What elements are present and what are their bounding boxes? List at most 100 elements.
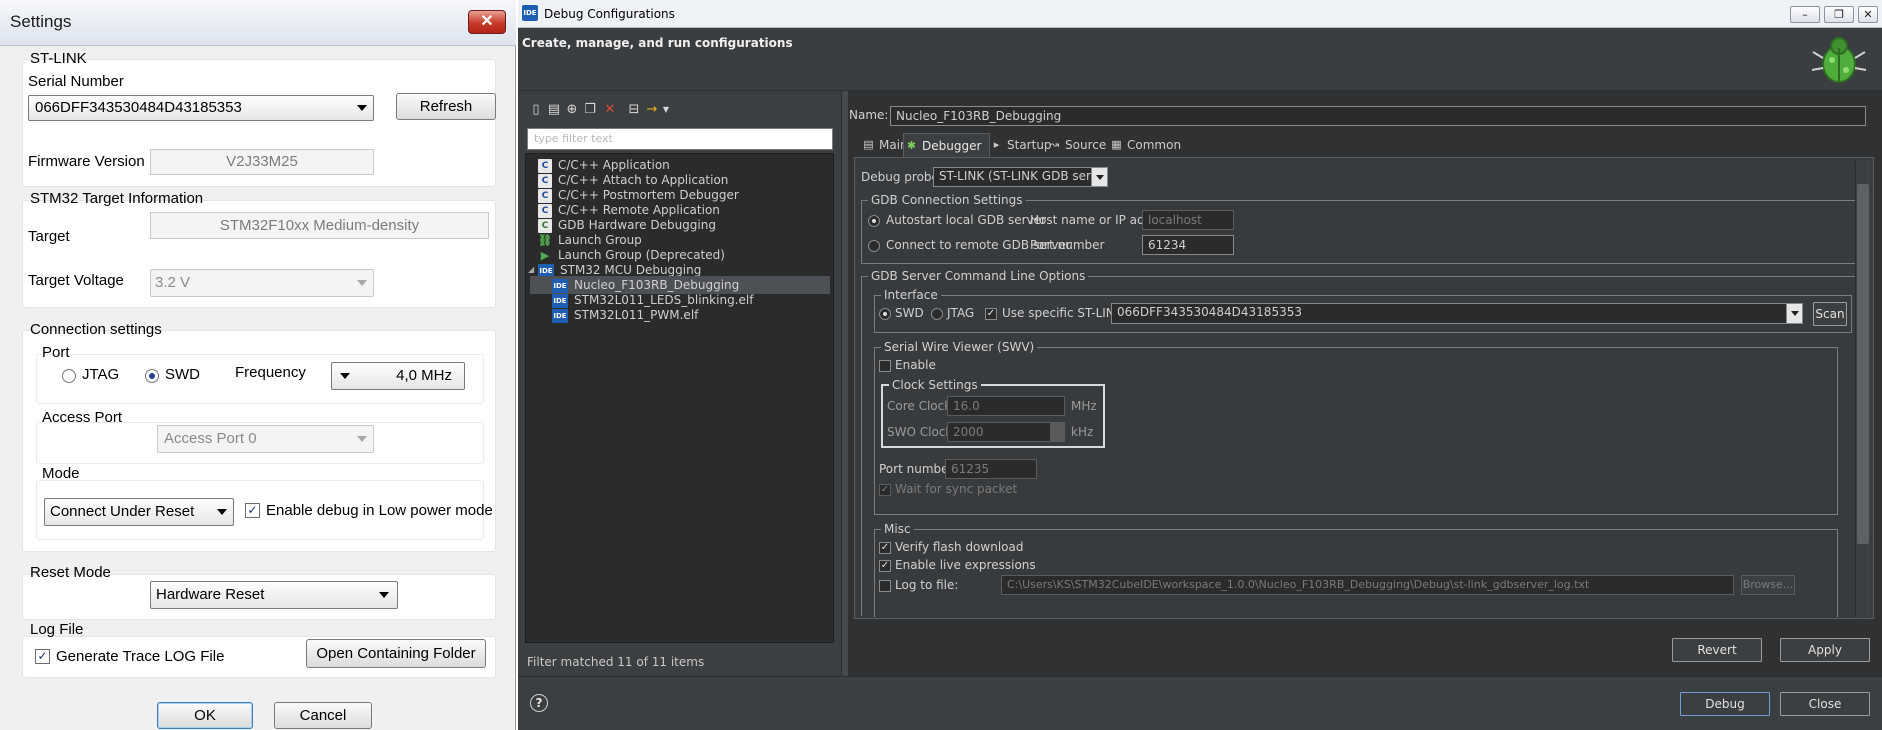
tree-item-label: C/C++ Postmortem Debugger xyxy=(558,188,739,202)
scan-button[interactable]: Scan xyxy=(1813,302,1847,326)
low-power-label: Enable debug in Low power mode xyxy=(266,502,493,519)
sn-value: 066DFF343530484D43185353 xyxy=(1117,305,1302,319)
core-clock-label: Core Clock: xyxy=(887,399,956,413)
chevron-down-icon xyxy=(1050,423,1064,441)
autostart-label: Autostart local GDB server xyxy=(886,213,1046,227)
swd-radio[interactable] xyxy=(145,369,159,383)
interface-jtag-radio[interactable] xyxy=(931,308,943,320)
tab-debugger[interactable]: ✱ Debugger xyxy=(903,133,991,157)
apply-button[interactable]: Apply xyxy=(1780,638,1870,662)
tree-item-label: C/C++ Remote Application xyxy=(558,203,720,217)
mode-select[interactable]: Connect Under Reset xyxy=(44,498,234,526)
debugger-tab-icon: ✱ xyxy=(906,139,917,152)
stlink-group-label: ST-LINK xyxy=(30,50,87,67)
gdb-port-input[interactable]: 61234 xyxy=(1142,235,1234,255)
export-config-icon[interactable]: ⊕ xyxy=(564,102,580,118)
low-power-checkbox[interactable]: ✓ xyxy=(245,503,260,518)
interface-swd-radio[interactable] xyxy=(879,308,891,320)
ide-icon: IDE xyxy=(552,308,568,323)
swo-clock-unit: kHz xyxy=(1071,425,1094,439)
scrollbar-thumb[interactable] xyxy=(1857,184,1869,544)
collapse-all-icon[interactable]: ⊟ xyxy=(626,102,642,118)
browse-button: Browse... xyxy=(1741,575,1795,595)
swo-clock-label: SWO Clock: xyxy=(887,425,957,439)
autostart-radio[interactable] xyxy=(868,215,880,227)
swo-clock-select: 2000 xyxy=(947,422,1065,442)
cancel-button[interactable]: Cancel xyxy=(274,702,372,729)
reset-mode-select[interactable]: Hardware Reset xyxy=(150,581,398,609)
source-tab-icon: ↝ xyxy=(1049,138,1060,151)
interface-jtag-label: JTAG xyxy=(947,306,975,320)
new-prototype-icon[interactable]: ▤ xyxy=(546,102,562,118)
startup-tab-icon: ▸ xyxy=(993,138,1000,151)
host-input: localhost xyxy=(1142,210,1234,230)
refresh-button[interactable]: Refresh xyxy=(396,93,496,120)
minimize-icon[interactable]: – xyxy=(1790,6,1820,23)
tab-main[interactable]: ▤ Main xyxy=(861,133,907,157)
tab-source[interactable]: ↝ Source xyxy=(1047,133,1106,157)
log-file-label: Log File xyxy=(30,621,84,638)
chevron-down-icon xyxy=(357,436,367,442)
chevron-down-icon xyxy=(357,280,367,286)
debug-footer xyxy=(518,676,1882,730)
swv-port-input: 61235 xyxy=(945,459,1037,479)
specific-sn-checkbox[interactable]: ✓ xyxy=(985,308,997,320)
tab-label: Startup xyxy=(1007,138,1052,152)
debug-button[interactable]: Debug xyxy=(1680,692,1770,716)
swv-group: Serial Wire Viewer (SWV) Enable Clock Se… xyxy=(874,340,1838,515)
tab-common[interactable]: ▦ Common xyxy=(1109,133,1181,157)
remote-radio[interactable] xyxy=(868,240,880,252)
delete-config-icon[interactable]: ✕ xyxy=(602,102,618,118)
tree-item-label: Launch Group xyxy=(558,233,642,247)
open-containing-folder-button[interactable]: Open Containing Folder xyxy=(306,639,486,668)
main-tab-icon: ▤ xyxy=(863,138,874,151)
ok-button[interactable]: OK xyxy=(157,702,253,729)
gdb-connection-label: GDB Connection Settings xyxy=(868,193,1026,207)
wait-sync-checkbox: ✓ xyxy=(879,484,891,496)
duplicate-config-icon[interactable]: ❐ xyxy=(582,102,598,118)
serial-number-label: Serial Number xyxy=(28,73,124,90)
interface-label: Interface xyxy=(881,288,941,302)
firmware-version-label: Firmware Version xyxy=(28,153,145,170)
core-clock-unit: MHz xyxy=(1071,399,1097,413)
help-icon[interactable]: ? xyxy=(530,694,548,712)
config-name-input[interactable]: Nucleo_F103RB_Debugging xyxy=(890,106,1866,126)
misc-label: Misc xyxy=(881,522,914,536)
maximize-icon[interactable]: ❐ xyxy=(1824,6,1854,23)
tree-item-label: STM32L011_LEDS_blinking.elf xyxy=(574,293,754,307)
gdb-connection-group: GDB Connection Settings Autostart local … xyxy=(861,193,1863,264)
configuration-tree: C C/C++ Application C C/C++ Attach to Appli… xyxy=(525,153,834,643)
sn-select[interactable]: 066DFF343530484D43185353 xyxy=(1111,303,1803,324)
chevron-down-icon[interactable]: ▼ xyxy=(658,102,674,118)
log-to-file-checkbox[interactable] xyxy=(879,580,891,592)
generate-trace-checkbox[interactable]: ✓ xyxy=(35,649,50,664)
settings-title-bar: Settings ✕ xyxy=(0,0,516,46)
debug-header-text: Create, manage, and run configurations xyxy=(522,36,793,50)
tab-startup[interactable]: ▸ Startup xyxy=(989,133,1052,157)
debug-probe-select[interactable]: ST-LINK (ST-LINK GDB server) xyxy=(933,167,1108,187)
frequency-select[interactable]: 4,0 MHz xyxy=(331,362,465,390)
filter-input[interactable]: type filter text xyxy=(527,128,833,150)
chevron-down-icon xyxy=(217,509,227,515)
revert-button[interactable]: Revert xyxy=(1672,638,1762,662)
swv-enable-checkbox[interactable] xyxy=(879,360,891,372)
new-config-icon[interactable]: ▯ xyxy=(528,102,544,118)
close-button[interactable]: Close xyxy=(1780,692,1870,716)
generate-trace-label: Generate Trace LOG File xyxy=(56,648,225,665)
serial-number-select[interactable]: 066DFF343530484D43185353 xyxy=(28,95,374,121)
close-icon[interactable]: ✕ xyxy=(468,10,506,34)
tree-item[interactable]: IDE STM32L011_PWM.elf xyxy=(552,306,698,324)
swo-clock-value: 2000 xyxy=(953,425,984,439)
target-label: Target xyxy=(28,228,70,245)
verify-flash-checkbox[interactable]: ✓ xyxy=(879,542,891,554)
config-name-label: Name: xyxy=(849,108,889,122)
target-voltage-select: 3.2 V xyxy=(150,269,374,297)
swv-label: Serial Wire Viewer (SWV) xyxy=(881,340,1038,354)
jtag-radio[interactable] xyxy=(62,369,76,383)
debugger-tab-panel: Debug probe ST-LINK (ST-LINK GDB server)… xyxy=(854,157,1874,619)
port-group-label: Port xyxy=(42,344,70,361)
clock-settings-group: Clock Settings Core Clock: 16.0 MHz SWO … xyxy=(881,378,1105,448)
serial-number-value: 066DFF343530484D43185353 xyxy=(35,99,242,116)
live-expressions-checkbox[interactable]: ✓ xyxy=(879,560,891,572)
close-icon[interactable]: ✕ xyxy=(1858,6,1878,23)
